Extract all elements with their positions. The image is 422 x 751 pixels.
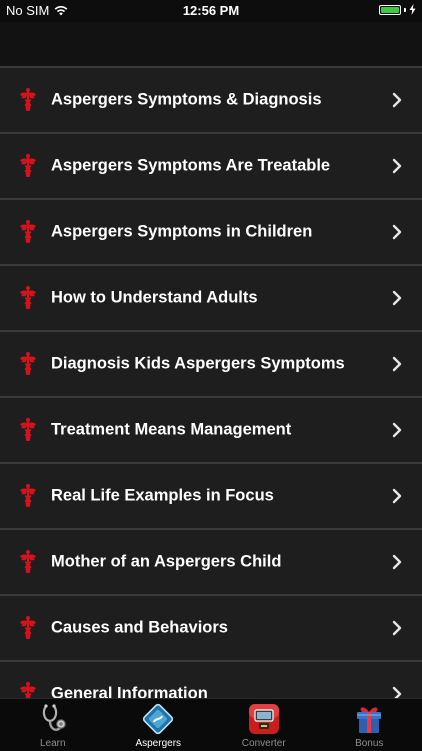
list-item[interactable]: Aspergers Symptoms in Children — [0, 200, 422, 266]
caduceus-icon — [17, 483, 39, 509]
charging-bolt-icon — [409, 4, 416, 15]
list-item[interactable]: How to Understand Adults — [0, 266, 422, 332]
tab-bonus[interactable]: Bonus — [317, 699, 422, 751]
list-item-label: Mother of an Aspergers Child — [51, 553, 281, 572]
caduceus-icon — [17, 417, 39, 443]
status-right — [379, 4, 416, 15]
chevron-right-icon — [392, 422, 402, 438]
list-item[interactable]: Mother of an Aspergers Child — [0, 530, 422, 596]
list-item-label: Diagnosis Kids Aspergers Symptoms — [51, 355, 345, 374]
chevron-right-icon — [392, 620, 402, 636]
battery-tip — [404, 8, 406, 12]
caduceus-icon — [17, 351, 39, 377]
list-item-label: Treatment Means Management — [51, 421, 291, 440]
chevron-right-icon — [392, 356, 402, 372]
tab-learn-label: Learn — [40, 738, 66, 749]
caduceus-icon — [17, 549, 39, 575]
caduceus-icon — [17, 153, 39, 179]
list-item[interactable]: Diagnosis Kids Aspergers Symptoms — [0, 332, 422, 398]
status-time: 12:56 PM — [0, 3, 422, 18]
battery-level — [381, 7, 399, 13]
status-bar: No SIM 12:56 PM — [0, 0, 422, 22]
gift-icon — [352, 702, 386, 736]
diamond-badge-icon — [141, 702, 175, 736]
stethoscope-icon — [36, 702, 70, 736]
chevron-right-icon — [392, 488, 402, 504]
caduceus-icon — [17, 285, 39, 311]
tab-aspergers[interactable]: Aspergers — [106, 699, 212, 751]
list-item[interactable]: Causes and Behaviors — [0, 596, 422, 662]
chevron-right-icon — [392, 224, 402, 240]
chevron-right-icon — [392, 290, 402, 306]
list-item[interactable]: Aspergers Symptoms Are Treatable — [0, 134, 422, 200]
converter-icon — [247, 702, 281, 736]
list-item-label: Real Life Examples in Focus — [51, 487, 274, 506]
tab-aspergers-label: Aspergers — [135, 738, 181, 749]
tab-bar: Learn Aspergers Converter Bonus — [0, 698, 422, 751]
chevron-right-icon — [392, 158, 402, 174]
list-item[interactable]: Real Life Examples in Focus — [0, 464, 422, 530]
list-item[interactable]: General Information — [0, 662, 422, 700]
list-item[interactable]: Aspergers Symptoms & Diagnosis — [0, 68, 422, 134]
tab-converter-label: Converter — [242, 738, 286, 749]
list-item-label: Aspergers Symptoms in Children — [51, 223, 312, 242]
list-item-label: Aspergers Symptoms & Diagnosis — [51, 91, 322, 110]
battery-icon — [379, 5, 401, 15]
tab-converter[interactable]: Converter — [211, 699, 317, 751]
list-item-label: Causes and Behaviors — [51, 619, 228, 638]
list-item[interactable]: Treatment Means Management — [0, 398, 422, 464]
tab-bonus-label: Bonus — [355, 738, 383, 749]
topic-list[interactable]: Aspergers Symptoms & Diagnosis Aspergers … — [0, 66, 422, 700]
navigation-bar — [0, 22, 422, 66]
chevron-right-icon — [392, 92, 402, 108]
list-item-label: How to Understand Adults — [51, 289, 258, 308]
caduceus-icon — [17, 87, 39, 113]
caduceus-icon — [17, 615, 39, 641]
list-item-label: Aspergers Symptoms Are Treatable — [51, 157, 330, 176]
tab-learn[interactable]: Learn — [0, 699, 106, 751]
chevron-right-icon — [392, 554, 402, 570]
caduceus-icon — [17, 219, 39, 245]
